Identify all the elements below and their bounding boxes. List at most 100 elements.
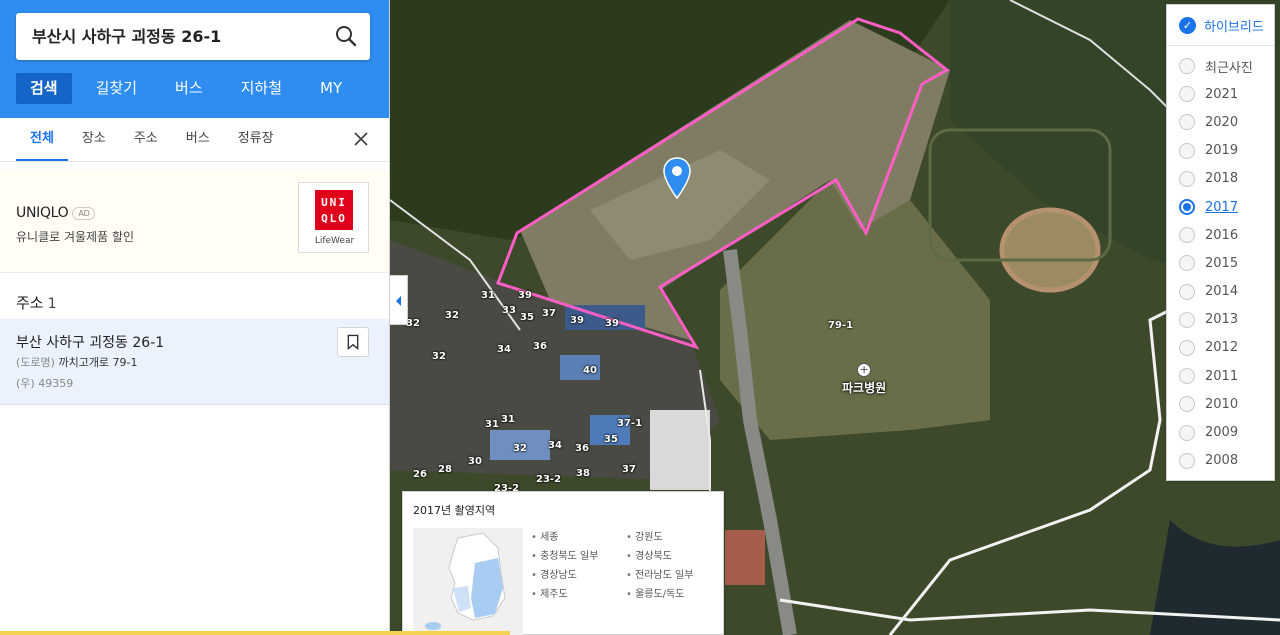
radio-selected-icon xyxy=(1179,199,1195,216)
year-option-recent[interactable]: 최근사진 xyxy=(1167,52,1274,80)
radio-icon xyxy=(1179,227,1195,244)
address-result-item[interactable]: 부산 사하구 괴정동 26-1 (도로명) 까치고개로 79-1 (우) 493… xyxy=(0,319,389,405)
ad-logo[interactable]: UNI QLO LifeWear xyxy=(298,182,369,253)
poi-hospital[interactable]: + 파크병원 xyxy=(842,363,886,396)
radio-icon xyxy=(1179,142,1195,159)
parcel-label: 79-1 xyxy=(828,320,854,331)
address-main: 부산 사하구 괴정동 26-1 xyxy=(16,335,165,351)
check-icon: ✓ xyxy=(1179,16,1196,34)
lot-number: 40 xyxy=(583,365,597,376)
year-label: 2017 xyxy=(1205,199,1239,215)
search-input[interactable] xyxy=(32,25,332,44)
lot-number: 32 xyxy=(445,310,459,321)
year-option-2011[interactable]: 2011 xyxy=(1167,362,1274,390)
search-box[interactable] xyxy=(16,13,370,60)
lot-number: 34 xyxy=(497,344,511,355)
year-label: 2020 xyxy=(1205,114,1239,130)
region-item: 세종 xyxy=(531,528,626,543)
tab-bus[interactable]: 버스 xyxy=(161,73,217,104)
road-address: (도로명) 까치고개로 79-1 xyxy=(16,354,138,370)
year-label: 2010 xyxy=(1205,396,1239,412)
lot-number: 38 xyxy=(576,468,590,479)
address-count: 1 xyxy=(47,296,57,312)
logo-caption: LifeWear xyxy=(314,236,355,246)
year-label: 2013 xyxy=(1205,312,1239,328)
year-option-2014[interactable]: 2014 xyxy=(1167,278,1274,306)
year-option-2021[interactable]: 2021 xyxy=(1167,80,1274,108)
lot-number: 32 xyxy=(406,318,420,329)
logo-line-2: QLO xyxy=(321,212,347,225)
lot-number: 31 xyxy=(485,419,499,430)
zip-tag: (우) xyxy=(16,377,35,390)
radio-icon xyxy=(1179,452,1195,469)
radio-icon xyxy=(1179,396,1195,413)
filter-bus[interactable]: 버스 xyxy=(186,118,224,161)
region-popup-title: 2017년 촬영지역 xyxy=(413,504,496,517)
ad-description: 유니클로 겨울제품 할인 xyxy=(16,230,135,244)
ad-brand: UNIQLO xyxy=(16,205,69,221)
year-option-2009[interactable]: 2009 xyxy=(1167,418,1274,446)
hospital-icon: + xyxy=(857,363,872,377)
radio-icon xyxy=(1179,368,1195,385)
close-icon[interactable] xyxy=(353,131,369,147)
lot-number: 35 xyxy=(604,434,618,445)
tab-subway[interactable]: 지하철 xyxy=(227,73,296,104)
region-item: 울릉도/독도 xyxy=(626,585,721,600)
hybrid-toggle[interactable]: ✓ 하이브리드 xyxy=(1167,5,1274,46)
panel-collapse-button[interactable] xyxy=(390,275,408,325)
search-icon[interactable] xyxy=(334,24,358,48)
radio-icon xyxy=(1179,58,1195,75)
search-header: 검색 길찾기 버스 지하철 MY xyxy=(0,0,389,118)
lot-number: 33 xyxy=(502,305,516,316)
lot-number: 36 xyxy=(575,443,589,454)
lot-number: 39 xyxy=(605,318,619,329)
filter-stop[interactable]: 정류장 xyxy=(238,118,288,161)
year-label: 2015 xyxy=(1205,255,1239,271)
aerial-year-selector: ✓ 하이브리드 최근사진 2021 2020 2019 2018 2017 20… xyxy=(1166,4,1275,481)
lot-number: 39 xyxy=(570,315,584,326)
year-label: 2008 xyxy=(1205,453,1239,469)
search-panel: 검색 길찾기 버스 지하철 MY 전체 장소 주소 버스 정류장 UNIQLOA… xyxy=(0,0,390,635)
year-option-2019[interactable]: 2019 xyxy=(1167,137,1274,165)
lot-number: 30 xyxy=(468,456,482,467)
year-option-2010[interactable]: 2010 xyxy=(1167,390,1274,418)
lot-number: 39 xyxy=(518,290,532,301)
main-tabs: 검색 길찾기 버스 지하철 MY xyxy=(16,73,366,104)
year-option-2017[interactable]: 2017 xyxy=(1167,193,1274,221)
lot-number: 32 xyxy=(432,351,446,362)
year-label: 2019 xyxy=(1205,143,1239,159)
ad-brand-row: UNIQLO AD xyxy=(16,205,96,221)
year-list: 최근사진 2021 2020 2019 2018 2017 2016 2015 … xyxy=(1167,46,1274,475)
zip-value: 49359 xyxy=(38,377,74,390)
tab-search[interactable]: 검색 xyxy=(16,73,72,104)
year-option-2015[interactable]: 2015 xyxy=(1167,249,1274,277)
radio-icon xyxy=(1179,170,1195,187)
radio-icon xyxy=(1179,114,1195,131)
year-option-2020[interactable]: 2020 xyxy=(1167,108,1274,136)
filter-places[interactable]: 장소 xyxy=(82,118,120,161)
bookmark-icon[interactable] xyxy=(337,327,369,357)
satellite-map[interactable]: 79-1 31 39 33 35 37 39 39 32 32 34 36 40… xyxy=(390,0,1280,635)
lot-number: 36 xyxy=(533,341,547,352)
lot-number: 37 xyxy=(542,308,556,319)
region-item: 충청북도 일부 xyxy=(531,547,626,562)
year-label: 2014 xyxy=(1205,284,1239,300)
location-pin-icon[interactable] xyxy=(662,156,692,200)
year-option-2016[interactable]: 2016 xyxy=(1167,221,1274,249)
tab-directions[interactable]: 길찾기 xyxy=(82,73,151,104)
address-section-title: 주소 xyxy=(16,294,44,312)
address-section-header: 주소 1 xyxy=(16,292,57,313)
lot-number: 37 xyxy=(622,464,636,475)
year-option-2008[interactable]: 2008 xyxy=(1167,447,1274,475)
filter-all[interactable]: 전체 xyxy=(16,118,68,161)
year-option-2018[interactable]: 2018 xyxy=(1167,165,1274,193)
year-option-2013[interactable]: 2013 xyxy=(1167,306,1274,334)
region-item: 경상남도 xyxy=(531,566,626,581)
filter-address[interactable]: 주소 xyxy=(134,118,172,161)
region-list: 세종 강원도 충청북도 일부 경상북도 경상남도 전라남도 일부 제주도 울릉도… xyxy=(531,528,721,600)
year-option-2012[interactable]: 2012 xyxy=(1167,334,1274,362)
tab-my[interactable]: MY xyxy=(306,73,356,104)
ad-banner[interactable]: UNIQLO AD 유니클로 겨울제품 할인 UNI QLO LifeWear xyxy=(0,171,389,273)
ad-badge: AD xyxy=(72,206,96,220)
hybrid-label: 하이브리드 xyxy=(1204,19,1264,35)
